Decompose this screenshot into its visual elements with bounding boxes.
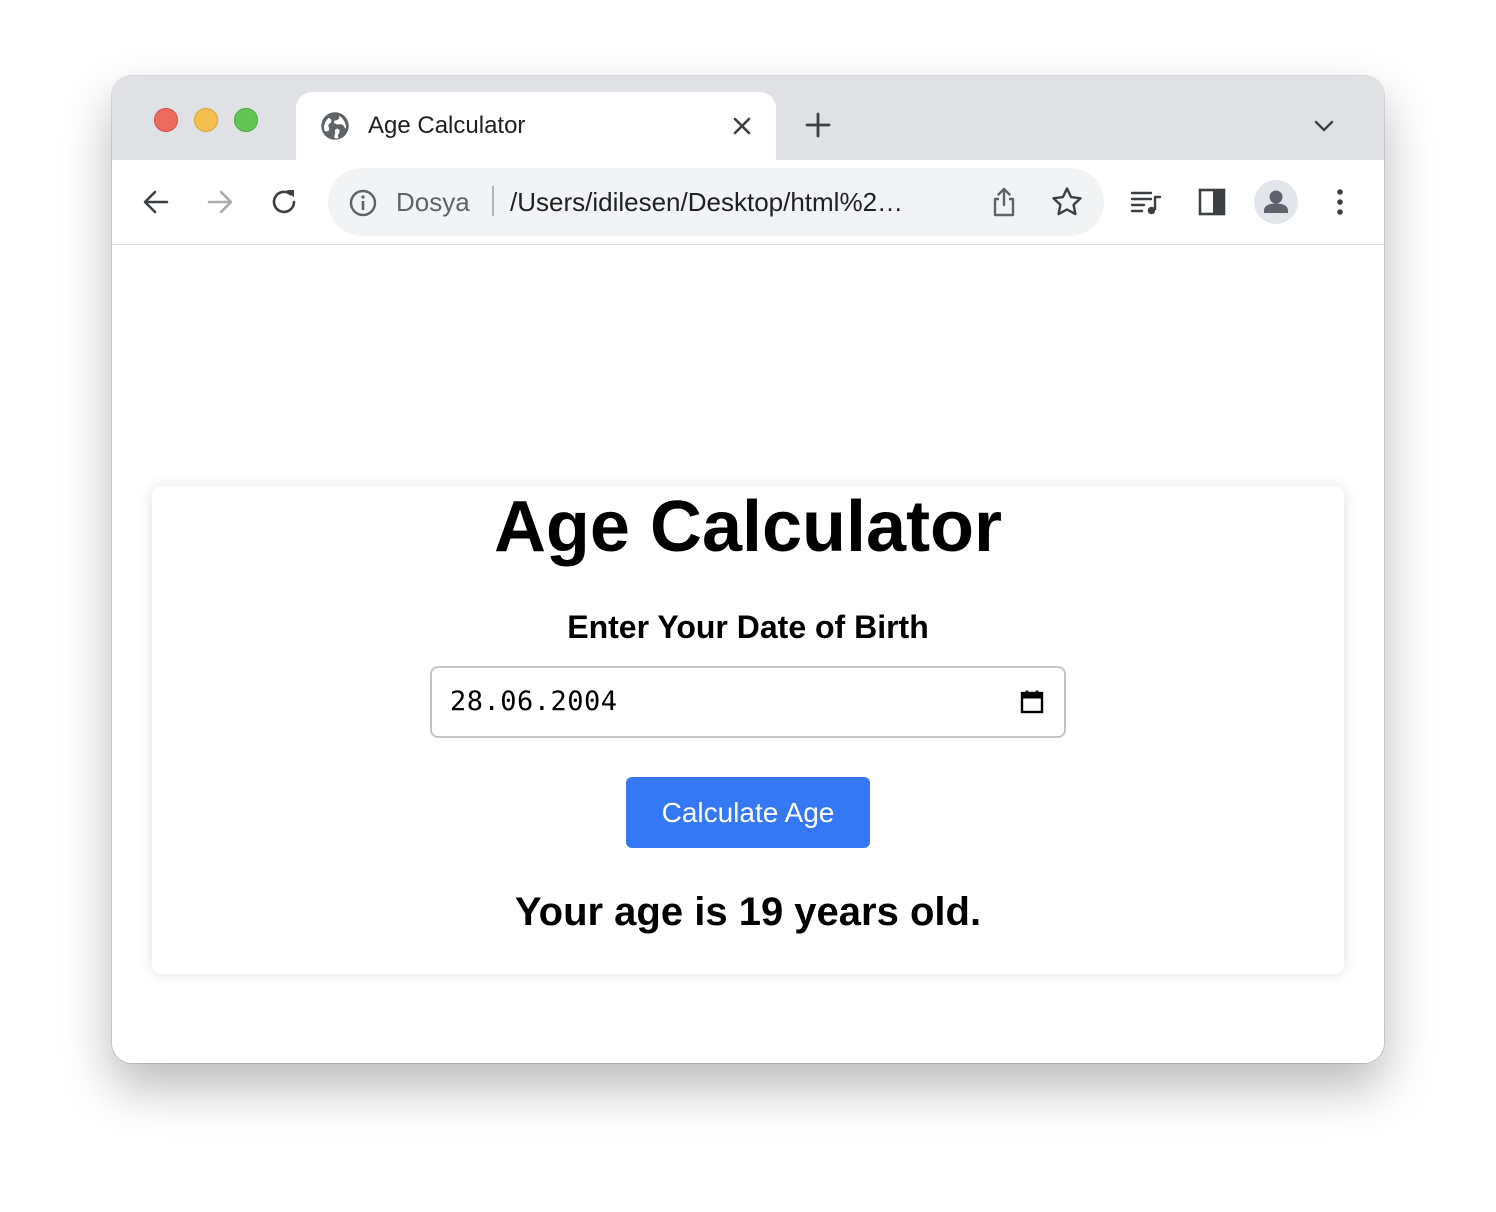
calculate-age-button[interactable]: Calculate Age: [626, 777, 870, 848]
browser-window: Age Calculator Dosya /Users/idilesen/Des…: [112, 76, 1384, 1063]
dob-label: Enter Your Date of Birth: [567, 609, 929, 645]
plus-icon[interactable]: [804, 111, 832, 139]
result-text: Your age is 19 years old.: [514, 890, 982, 934]
profile-button[interactable]: [1254, 180, 1298, 224]
page-content: Age Calculator Enter Your Date of Birth …: [112, 245, 1384, 1063]
url-scheme-label: Dosya: [396, 187, 470, 217]
address-bar[interactable]: Dosya /Users/idilesen/Desktop/html%2…: [328, 168, 1104, 236]
media-queue-icon[interactable]: [1130, 186, 1162, 218]
share-icon[interactable]: [988, 186, 1020, 218]
window-maximize-button[interactable]: [234, 108, 258, 132]
date-of-birth-input[interactable]: 28.06.2004: [430, 666, 1066, 738]
person-icon: [1264, 190, 1288, 213]
close-icon[interactable]: [730, 114, 754, 138]
url-text[interactable]: /Users/idilesen/Desktop/html%2…: [510, 185, 903, 219]
url-divider: [492, 186, 494, 216]
browser-toolbar: Dosya /Users/idilesen/Desktop/html%2…: [112, 160, 1384, 245]
page-title: Age Calculator: [493, 487, 1003, 567]
kebab-menu-icon[interactable]: [1324, 186, 1356, 218]
window-minimize-button[interactable]: [194, 108, 218, 132]
tab-title: Age Calculator: [368, 112, 526, 139]
calculator-card: Age Calculator Enter Your Date of Birth …: [152, 486, 1344, 974]
arrow-right-icon[interactable]: [204, 186, 236, 218]
arrow-left-icon[interactable]: [140, 186, 172, 218]
chevron-down-icon[interactable]: [1312, 114, 1336, 138]
date-input-value: 28.06.2004: [450, 686, 618, 717]
calendar-icon[interactable]: [1018, 688, 1046, 716]
tab-strip: Age Calculator: [112, 76, 1384, 160]
star-icon[interactable]: [1050, 185, 1084, 219]
reload-icon[interactable]: [268, 186, 300, 218]
tab-age-calculator[interactable]: Age Calculator: [296, 92, 776, 160]
globe-icon: [321, 112, 349, 140]
info-icon[interactable]: [348, 188, 378, 218]
side-panel-icon[interactable]: [1196, 186, 1228, 218]
window-close-button[interactable]: [154, 108, 178, 132]
